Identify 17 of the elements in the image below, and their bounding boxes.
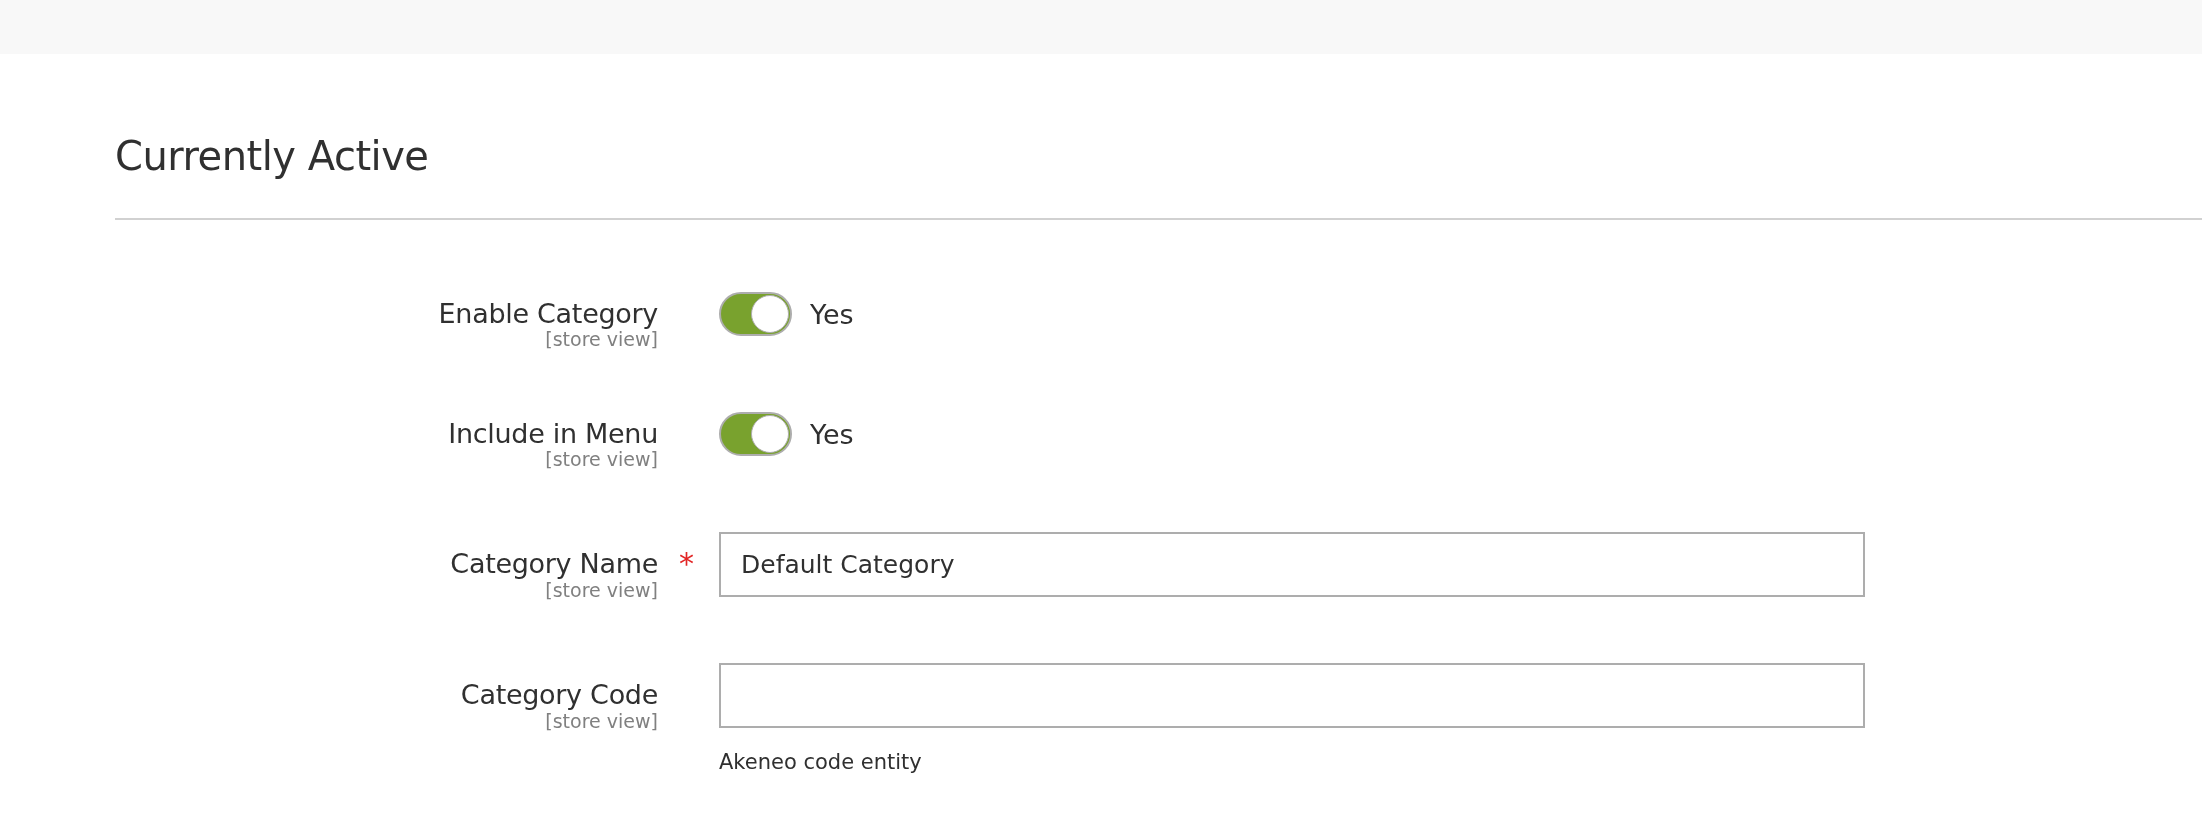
text-field[interactable] [719,663,1865,728]
scope-label: [store view] [545,579,658,601]
required-mark: * [679,545,694,583]
field-note: Akeneo code entity [719,750,923,774]
toggle-switch[interactable] [719,292,792,336]
toggle-switch[interactable] [719,412,792,456]
toggle-value: Yes [810,298,854,330]
field-label: Enable Category [438,297,658,331]
toggle-value: Yes [810,418,854,450]
field-label: Include in Menu [448,417,658,451]
section-title: Currently Active [115,134,430,178]
scope-label: [store view] [545,710,658,732]
text-field[interactable]: Default Category [719,532,1865,597]
scope-label: [store view] [545,448,658,470]
field-label: Category Code [460,678,658,712]
field-label: Category Name [450,547,658,581]
scope-label: [store view] [545,328,658,350]
